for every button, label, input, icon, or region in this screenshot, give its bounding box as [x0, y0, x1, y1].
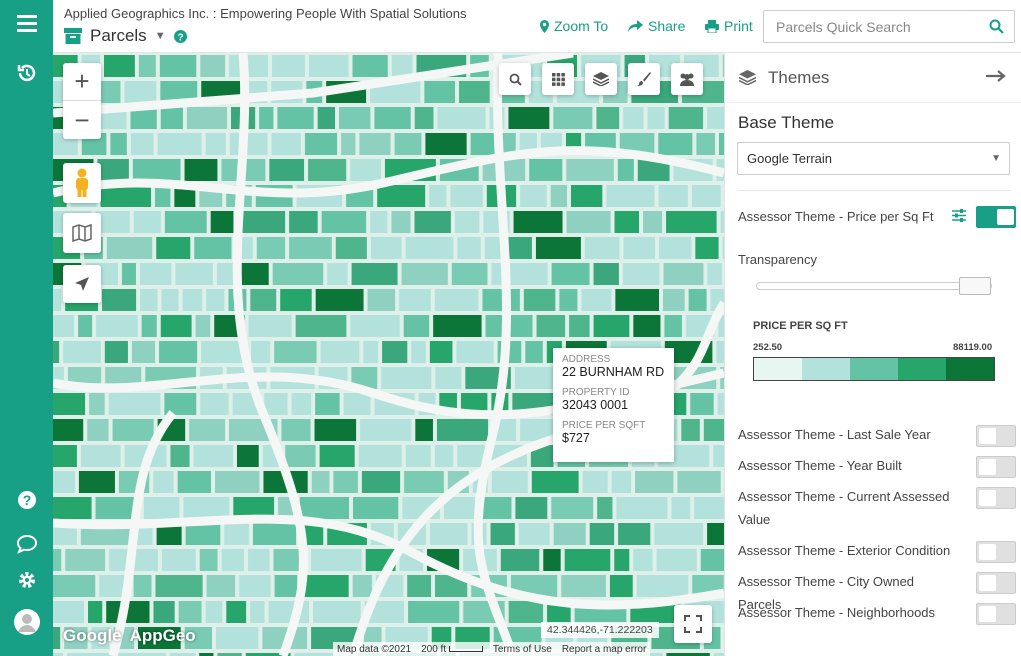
- property-id-label: PROPERTY ID: [562, 387, 630, 398]
- theme-label: Assessor Theme - Neighborhoods: [738, 605, 936, 620]
- theme-toggle[interactable]: [976, 541, 1016, 563]
- archive-icon: [64, 28, 82, 44]
- coordinate-readout: 42.344426,-71.222203: [541, 622, 659, 638]
- base-theme-value: Google Terrain: [747, 151, 833, 166]
- map-marker-icon: [540, 19, 549, 33]
- legend-swatch: [946, 358, 994, 380]
- legend-swatch: [850, 358, 898, 380]
- header: Applied Geographics Inc. : Empowering Pe…: [53, 0, 1021, 53]
- theme-label: Assessor Theme - Current Assessed Value: [738, 489, 950, 527]
- grid-icon[interactable]: [542, 63, 574, 95]
- arrow-right-icon[interactable]: [986, 69, 1006, 83]
- print-button[interactable]: Print: [705, 18, 753, 34]
- brand-text: Applied Geographics Inc. : Empowering Pe…: [64, 6, 467, 21]
- map-type-icon[interactable]: [63, 213, 101, 253]
- slider-handle[interactable]: [959, 277, 992, 295]
- chevron-down-icon[interactable]: ▼: [155, 30, 166, 42]
- fullscreen-icon[interactable]: [674, 605, 712, 643]
- svg-text:?: ?: [22, 492, 31, 508]
- base-theme-label: Base Theme: [738, 113, 835, 132]
- theme-label: Assessor Theme - Last Sale Year: [738, 427, 931, 442]
- search-placeholder: Parcels Quick Search: [776, 18, 911, 35]
- zoom-control: + −: [63, 63, 101, 139]
- paintbrush-icon[interactable]: [628, 63, 660, 95]
- map-attribution: Map data ©2021 200 ft Terms of Use Repor…: [333, 642, 651, 656]
- price-label: PRICE PER SQFT: [562, 420, 646, 431]
- layers-icon: [739, 70, 756, 85]
- theme-label: Assessor Theme - Year Built: [738, 458, 902, 473]
- zoom-in-button[interactable]: +: [63, 63, 101, 101]
- base-theme-select[interactable]: Google Terrain ▼: [737, 142, 1010, 175]
- legend-color-ramp: [753, 357, 995, 381]
- legend-min: 252.50: [753, 342, 783, 353]
- theme-toggle[interactable]: [976, 572, 1016, 594]
- theme-toggle[interactable]: [976, 487, 1016, 509]
- chevron-down-icon: ▼: [991, 153, 1001, 164]
- scale-bar: 200 ft: [421, 644, 483, 655]
- left-rail: ?: [0, 0, 53, 656]
- search-icon[interactable]: [989, 19, 1004, 34]
- svg-text:?: ?: [177, 32, 183, 43]
- share-icon: [628, 20, 643, 32]
- theme-toggle[interactable]: [976, 425, 1016, 447]
- theme-label: Assessor Theme - Exterior Condition: [738, 543, 951, 558]
- legend-swatch: [754, 358, 802, 380]
- legend-max: 88119.00: [953, 342, 993, 353]
- legend-title: PRICE PER SQ FT: [753, 320, 848, 332]
- map-search-icon[interactable]: [499, 63, 531, 95]
- layers-icon[interactable]: [585, 63, 617, 95]
- zoom-out-button[interactable]: −: [63, 101, 101, 139]
- chat-icon[interactable]: [0, 534, 53, 554]
- print-label: Print: [724, 18, 753, 34]
- zoom-to-button[interactable]: Zoom To: [540, 18, 608, 34]
- report-error-link[interactable]: Report a map error: [562, 644, 646, 655]
- active-theme-toggle[interactable]: [976, 206, 1016, 228]
- print-icon: [705, 19, 719, 33]
- gear-icon[interactable]: [0, 570, 53, 590]
- share-button[interactable]: Share: [628, 18, 685, 34]
- page-title: Parcels: [90, 26, 147, 45]
- themes-panel: Themes Base Theme Google Terrain ▼ Asses…: [724, 53, 1021, 656]
- share-label: Share: [648, 18, 686, 34]
- panel-title: Themes: [768, 67, 830, 87]
- street-view-pegman-icon[interactable]: [63, 163, 101, 203]
- active-theme-label: Assessor Theme - Price per Sq Ft: [738, 209, 934, 224]
- address-value: 22 BURNHAM RD: [562, 365, 665, 379]
- map-logos: Google AppGeo: [63, 626, 196, 646]
- price-value: $727: [562, 431, 590, 445]
- map-canvas[interactable]: + − ADDRESS 22 BURNHAM RD PROPERTY ID 32…: [53, 53, 724, 656]
- avatar[interactable]: [0, 608, 53, 636]
- map-data-text: Map data ©2021: [337, 643, 412, 655]
- address-label: ADDRESS: [562, 354, 611, 365]
- divider: [737, 190, 1010, 191]
- search-input[interactable]: Parcels Quick Search: [763, 10, 1015, 43]
- theme-toggle[interactable]: [976, 603, 1016, 625]
- legend-swatch: [802, 358, 850, 380]
- users-icon[interactable]: [671, 63, 703, 95]
- appgeo-logo: AppGeo: [129, 626, 196, 645]
- transparency-slider[interactable]: [756, 277, 992, 295]
- legend-swatch: [898, 358, 946, 380]
- history-icon[interactable]: [0, 62, 53, 84]
- terms-link[interactable]: Terms of Use: [493, 644, 552, 655]
- help-icon[interactable]: ?: [0, 490, 53, 510]
- google-logo: Google: [63, 626, 122, 645]
- help-icon[interactable]: ?: [173, 29, 187, 43]
- menu-icon[interactable]: [0, 14, 53, 32]
- transparency-label: Transparency: [738, 252, 817, 267]
- locate-icon[interactable]: [63, 265, 101, 303]
- theme-toggle[interactable]: [976, 456, 1016, 478]
- parcel-popup: ADDRESS 22 BURNHAM RD PROPERTY ID 32043 …: [553, 348, 674, 462]
- zoom-to-label: Zoom To: [554, 18, 609, 34]
- sliders-icon[interactable]: [952, 209, 966, 222]
- property-id-value: 32043 0001: [562, 398, 629, 412]
- panel-header: Themes: [725, 53, 1021, 103]
